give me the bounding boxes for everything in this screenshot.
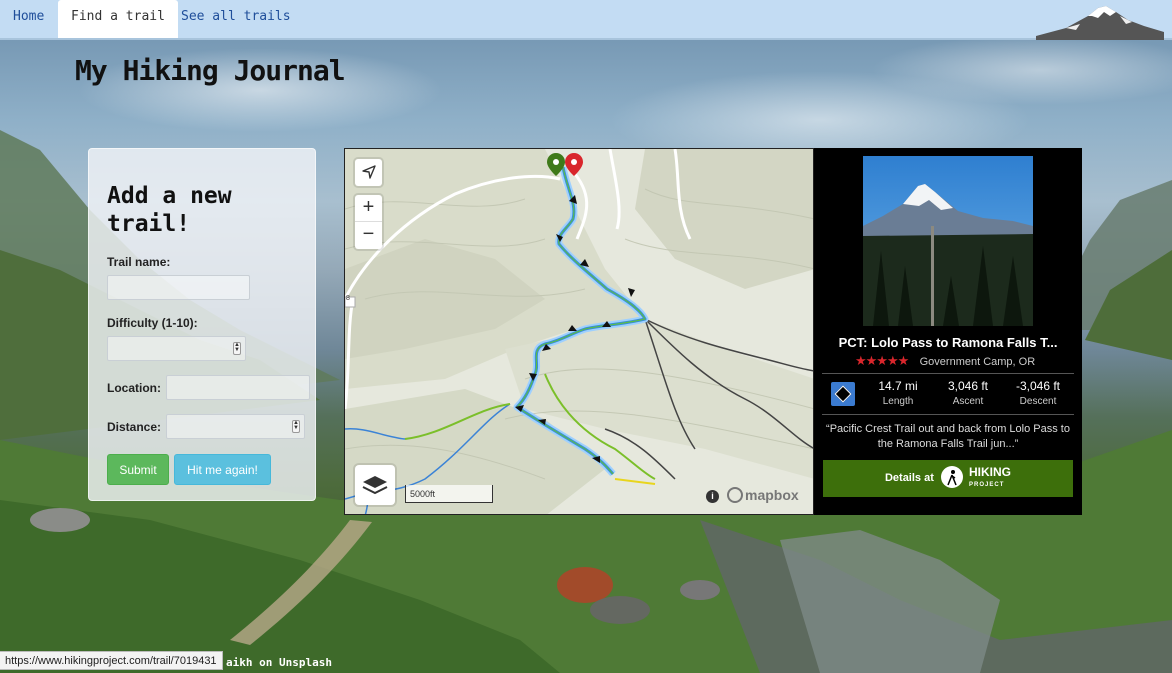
mapbox-circle-icon <box>727 487 743 503</box>
mapbox-logo: mapbox <box>727 487 799 503</box>
trail-location: Government Camp, OR <box>919 356 1036 368</box>
distance-input[interactable]: ▲ ▼ <box>166 414 305 439</box>
details-at-hiking-project-button[interactable]: Details at HIKING PROJECT <box>823 460 1073 497</box>
divider <box>822 414 1074 415</box>
trail-name[interactable]: PCT: Lolo Pass to Ramona Falls T... <box>814 335 1082 350</box>
zoom-in-button[interactable]: + <box>355 195 382 222</box>
hiking-project-logo-icon <box>940 466 963 489</box>
add-trail-form: Add a new trail! Trail name: Difficulty … <box>88 148 316 501</box>
trail-rating-row: ★★★★★ Government Camp, OR <box>855 353 1035 369</box>
difficulty-diamond-icon <box>831 382 855 406</box>
distance-stepper[interactable]: ▲ ▼ <box>292 420 300 433</box>
trail-info-card: PCT: Lolo Pass to Ramona Falls T... ★★★★… <box>814 148 1082 515</box>
map-terrain <box>345 149 813 514</box>
map-info-icon[interactable]: i <box>706 490 719 503</box>
status-bar-url: https://www.hikingproject.com/trail/7019… <box>0 651 223 670</box>
trail-pin-icon[interactable] <box>545 151 585 179</box>
layers-icon <box>362 476 388 495</box>
rating-stars-icon: ★★★★★ <box>855 353 909 368</box>
distance-label: Distance: <box>107 420 162 434</box>
divider <box>822 373 1074 374</box>
mountain-logo-icon <box>1036 6 1164 40</box>
trail-name-label: Trail name: <box>107 255 171 269</box>
trail-photo[interactable] <box>863 156 1033 326</box>
road-number-marker: 8 <box>346 295 350 302</box>
hiking-project-wordmark: HIKING PROJECT <box>969 464 1012 488</box>
locate-me-button[interactable] <box>355 159 382 186</box>
nav-home-link[interactable]: Home <box>0 0 57 38</box>
submit-button[interactable]: Submit <box>107 454 169 485</box>
hit-me-again-button[interactable]: Hit me again! <box>174 454 271 485</box>
top-navbar: Home Find a trail See all trails <box>0 0 1172 40</box>
difficulty-input[interactable]: ▲ ▼ <box>107 336 246 361</box>
trail-summary: “Pacific Crest Trail out and back from L… <box>826 423 1070 450</box>
trail-map[interactable]: 8 + − 5000ft i mapbox <box>344 148 814 515</box>
location-label: Location: <box>107 381 161 395</box>
nav-all-trails-link[interactable]: See all trails <box>168 0 304 38</box>
form-heading: Add a new trail! <box>107 183 232 237</box>
nav-find-trail-tab[interactable]: Find a trail <box>58 0 178 38</box>
locate-arrow-icon <box>361 165 376 179</box>
page-title: My Hiking Journal <box>75 54 346 87</box>
map-scale-bar: 5000ft <box>405 485 493 503</box>
ascent-stat: 3,046 ft Ascent <box>947 379 989 407</box>
trail-name-input[interactable] <box>107 275 250 300</box>
length-stat: 14.7 mi Length <box>878 379 918 407</box>
layers-button[interactable] <box>355 465 395 505</box>
difficulty-stepper[interactable]: ▲ ▼ <box>233 342 241 355</box>
location-input[interactable] <box>166 375 310 400</box>
zoom-out-button[interactable]: − <box>355 222 382 249</box>
photo-credit[interactable]: aikh on Unsplash <box>226 656 332 669</box>
descent-stat: -3,046 ft Descent <box>1015 379 1061 407</box>
zoom-controls: + − <box>355 195 382 249</box>
difficulty-label: Difficulty (1-10): <box>107 316 198 330</box>
